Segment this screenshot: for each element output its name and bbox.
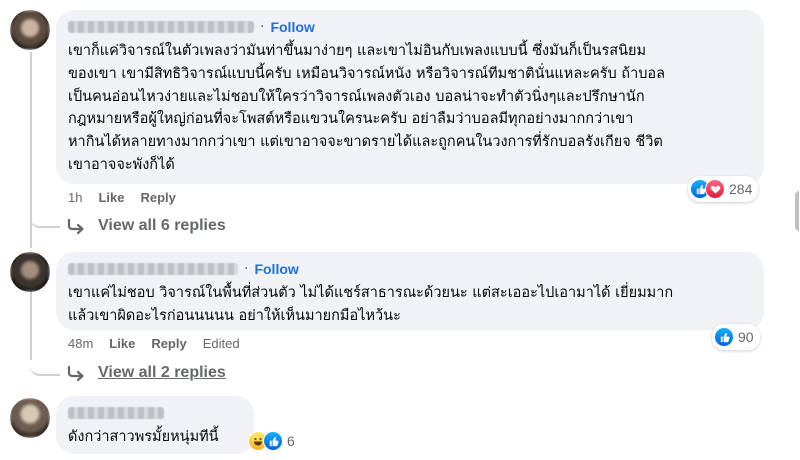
comment-bubble: · Follow เขาแค่ไม่ชอบ วิจารณ์ในพื้นที่ส่… xyxy=(56,252,764,330)
comment-bubble: ดังกว่าสาวพรมั้ยหนุ่มทีนี้ xyxy=(56,396,254,454)
scrollbar[interactable] xyxy=(794,190,800,232)
like-reaction-icon xyxy=(714,327,734,347)
comment-text: เขาแค่ไม่ชอบ วิจารณ์ในพื้นที่ส่วนตัว ไม่… xyxy=(68,285,674,324)
comment-actions: 1h Like Reply xyxy=(68,190,176,205)
author-row: · Follow xyxy=(68,18,315,36)
reply-button[interactable]: Reply xyxy=(151,336,186,351)
view-replies-label: View all 2 replies xyxy=(98,364,226,381)
reply-button[interactable]: Reply xyxy=(140,190,175,205)
follow-button[interactable]: Follow xyxy=(254,261,298,277)
like-button[interactable]: Like xyxy=(109,336,135,351)
thread-branch xyxy=(30,360,60,376)
love-reaction-icon xyxy=(705,179,725,199)
thread-line xyxy=(30,290,32,360)
view-replies-link[interactable]: View all 6 replies xyxy=(66,217,226,235)
avatar[interactable] xyxy=(10,252,50,292)
comment-text: เขาก็แค่วิจารณ์ในตัวเพลงว่ามันท่าขึ้นมาง… xyxy=(68,43,666,173)
reaction-count: 284 xyxy=(729,181,753,197)
view-replies-label: View all 6 replies xyxy=(98,217,226,234)
avatar[interactable] xyxy=(10,10,50,50)
author-name-redacted[interactable] xyxy=(68,21,254,33)
author-name-redacted[interactable] xyxy=(68,263,238,275)
like-button[interactable]: Like xyxy=(98,190,124,205)
follow-button[interactable]: Follow xyxy=(270,19,314,35)
reply-arrow-icon xyxy=(67,218,84,235)
view-replies-link[interactable]: View all 2 replies xyxy=(66,364,226,382)
reaction-summary[interactable]: 90 xyxy=(712,324,760,350)
author-row: · Follow xyxy=(68,260,299,278)
avatar[interactable] xyxy=(10,398,50,438)
reaction-summary[interactable]: 284 xyxy=(688,176,759,202)
reaction-summary[interactable]: 6 xyxy=(246,428,301,454)
comment-time[interactable]: 48m xyxy=(68,336,93,351)
comment-time[interactable]: 1h xyxy=(68,190,82,205)
edited-label[interactable]: Edited xyxy=(203,336,240,351)
reaction-count: 6 xyxy=(287,433,295,449)
reaction-count: 90 xyxy=(738,329,754,345)
author-row xyxy=(68,404,164,422)
like-reaction-icon xyxy=(263,431,283,451)
comment-bubble: · Follow เขาก็แค่วิจารณ์ในตัวเพลงว่ามันท… xyxy=(56,10,764,184)
comment-text: ดังกว่าสาวพรมั้ยหนุ่มทีนี้ xyxy=(68,429,219,445)
reply-arrow-icon xyxy=(67,365,84,382)
author-name-redacted[interactable] xyxy=(68,407,164,419)
thread-branch xyxy=(30,200,60,228)
comment-actions: 48m Like Reply Edited xyxy=(68,336,240,351)
